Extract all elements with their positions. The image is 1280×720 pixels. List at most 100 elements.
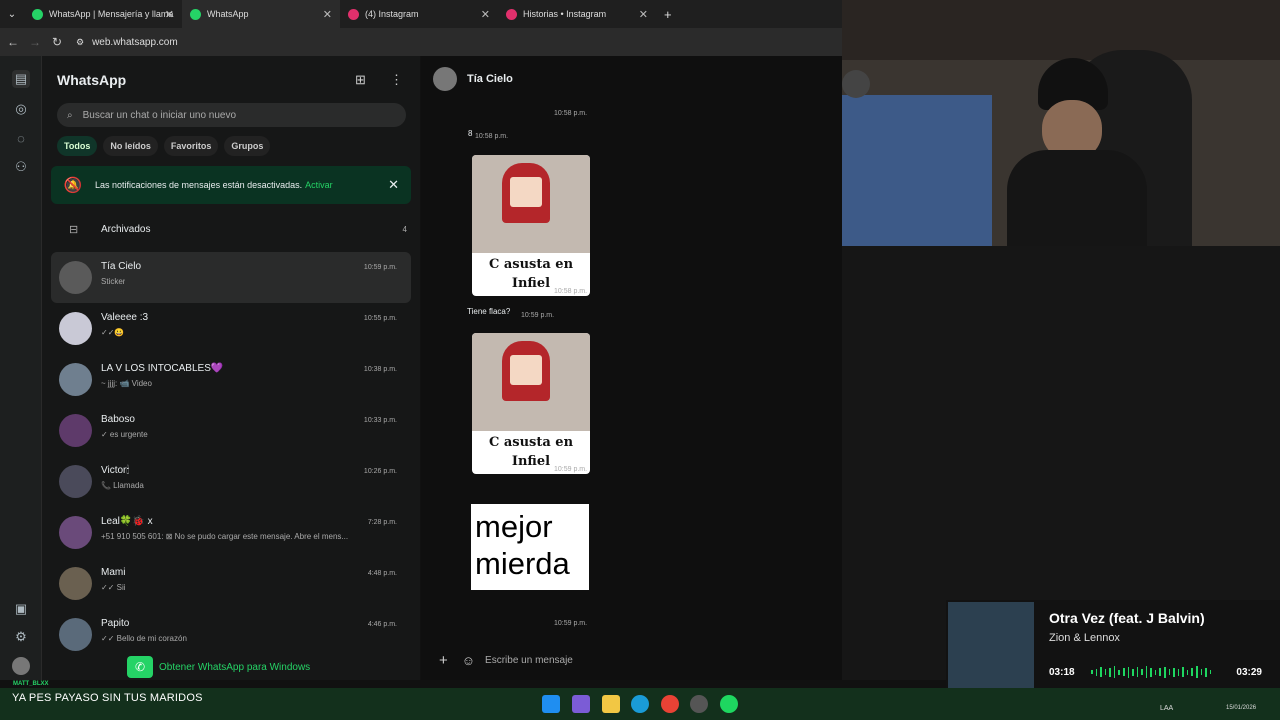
chat-name: Baboso	[101, 414, 135, 425]
visualizer-bar	[1122, 668, 1125, 676]
browser-tab-2[interactable]: WhatsApp ✕	[182, 0, 340, 28]
chat-row[interactable]: Leal🍀🐞 x +51 910 505 601: ⊠ No se pudo c…	[51, 507, 411, 558]
input-language[interactable]: LAA	[1160, 705, 1173, 712]
chat-list: Tía Cielo Sticker 10:59 p.m. Valeeee :3 …	[51, 252, 411, 660]
contact-avatar	[433, 67, 457, 91]
visualizer-bar	[1091, 670, 1093, 674]
message-text: Tiene flaca?	[467, 307, 511, 316]
obs-icon[interactable]	[690, 695, 708, 713]
new-tab-icon[interactable]: +	[664, 7, 672, 22]
chat-time: 10:55 p.m.	[363, 315, 397, 322]
chat-row[interactable]: Victor🕯 📞 Llamada 10:26 p.m.	[51, 456, 411, 507]
chat-row[interactable]: LA V LOS INTOCABLES💜 ~ jjjj: 📹 Video 10:…	[51, 354, 411, 405]
sticker-message[interactable]: C asusta en Infiel	[472, 155, 590, 296]
notification-text: Las notificaciones de mensajes están des…	[95, 180, 303, 190]
chat-time: 4:46 p.m.	[367, 621, 397, 628]
browser-tab-3[interactable]: (4) Instagram ✕	[340, 0, 498, 28]
instagram-icon	[348, 8, 359, 20]
edge-icon[interactable]	[631, 695, 649, 713]
media-icon[interactable]: ▣	[12, 600, 30, 618]
archived-row[interactable]: ⊟ Archivados 4	[57, 218, 407, 240]
notifications-banner: 🔕 Las notificaciones de mensajes están d…	[51, 166, 411, 204]
chat-row[interactable]: Tía Cielo Sticker 10:59 p.m.	[51, 252, 411, 303]
chat-list-panel: WhatsApp ⊞ ⋮ ⌕ Buscar un chat o iniciar …	[42, 56, 420, 680]
avatar	[59, 414, 92, 447]
visualizer-bar	[1209, 670, 1212, 674]
tab-label: (4) Instagram	[365, 9, 419, 19]
message-time: 10:58 p.m.	[475, 133, 509, 140]
chat-preview: Sticker	[101, 277, 126, 286]
filter-unread[interactable]: No leídos	[103, 136, 158, 156]
filter-favorites[interactable]: Favoritos	[163, 136, 219, 156]
chat-time: 10:33 p.m.	[363, 417, 397, 424]
copilot-icon[interactable]	[572, 695, 590, 713]
search-icon: ⌕	[67, 109, 73, 121]
close-icon[interactable]: ✕	[481, 8, 490, 21]
song-artist: Zion & Lennox	[1049, 632, 1120, 644]
sticker-message[interactable]: mejor mierda	[471, 504, 589, 590]
chat-preview: ✓✓😀	[101, 328, 125, 337]
windows-start-icon[interactable]	[542, 695, 560, 713]
visualizer-bar	[1104, 669, 1107, 675]
chat-row[interactable]: Baboso ✓ es urgente 10:33 p.m.	[51, 405, 411, 456]
chat-row[interactable]: Papito ✓✓ Bello de mi corazón 4:46 p.m.	[51, 609, 411, 660]
chat-preview: 📞 Llamada	[101, 481, 144, 490]
chat-time: 10:38 p.m.	[363, 366, 397, 373]
visualizer-bar	[1132, 668, 1134, 676]
chat-name: Mami	[101, 567, 126, 578]
chat-time: 7:28 p.m.	[367, 519, 397, 526]
sticker-icon[interactable]: ☺	[462, 653, 475, 668]
chats-icon[interactable]: ▤	[12, 70, 30, 88]
close-icon[interactable]: ✕	[323, 8, 332, 21]
get-app-banner[interactable]: ✆ Obtener WhatsApp para Windows	[127, 656, 310, 678]
visualizer-bar	[1164, 666, 1166, 678]
chat-time: 4:48 p.m.	[367, 570, 397, 577]
archived-label: Archivados	[101, 223, 151, 235]
search-input[interactable]: ⌕ Buscar un chat o iniciar uno nuevo	[57, 103, 406, 127]
attach-icon[interactable]: +	[439, 652, 448, 669]
whatsapp-icon	[32, 8, 43, 20]
activate-link[interactable]: Activar	[305, 180, 333, 190]
filter-all[interactable]: Todos	[57, 136, 98, 156]
streamer-username: MATT_BLXX	[13, 681, 49, 687]
site-info-icon[interactable]: ⚙	[76, 37, 84, 48]
chat-preview: ~ jjjj: 📹 Video	[101, 379, 152, 388]
chat-row[interactable]: Valeeee :3 ✓✓😀 10:55 p.m.	[51, 303, 411, 354]
system-date[interactable]: 15/01/2026	[1226, 705, 1256, 711]
sticker-message[interactable]: C asusta en Infiel	[472, 333, 590, 474]
app-title: WhatsApp	[57, 72, 127, 88]
browser-tab-1[interactable]: WhatsApp | Mensajería y llama ✕	[24, 0, 182, 28]
spotify-icon[interactable]	[720, 695, 738, 713]
chat-name: Papito	[101, 618, 130, 629]
message-time: 10:59 p.m.	[554, 466, 588, 473]
reload-icon[interactable]: ↻	[48, 35, 66, 49]
sticker-text-line: mierda	[475, 546, 570, 581]
conversation-header[interactable]: Tía Cielo	[421, 56, 842, 102]
chrome-icon[interactable]	[661, 695, 679, 713]
channels-icon[interactable]: ◌	[12, 129, 30, 147]
composer: + ☺ Escribe un mensaje	[421, 640, 842, 680]
back-icon[interactable]: ←	[4, 35, 22, 49]
forward-icon[interactable]: →	[26, 35, 44, 49]
tab-label: WhatsApp | Mensajería y llama	[49, 9, 174, 19]
archived-count: 4	[402, 224, 407, 234]
message-input[interactable]: Escribe un mensaje	[485, 655, 573, 666]
filter-groups[interactable]: Grupos	[224, 136, 271, 156]
close-icon[interactable]: ✕	[388, 177, 399, 193]
tab-menu-icon[interactable]: ⌄	[0, 9, 24, 20]
communities-icon[interactable]: ⚇	[12, 158, 30, 176]
status-icon[interactable]: ◎	[12, 100, 30, 118]
browser-tab-4[interactable]: Historias • Instagram ✕	[498, 0, 656, 28]
settings-icon[interactable]: ⚙	[12, 628, 30, 646]
file-explorer-icon[interactable]	[602, 695, 620, 713]
close-icon[interactable]: ✕	[165, 8, 174, 21]
close-icon[interactable]: ✕	[639, 8, 648, 21]
chat-preview: ✓ es urgente	[101, 430, 148, 439]
tab-label: WhatsApp	[207, 9, 249, 19]
profile-avatar[interactable]	[12, 657, 30, 675]
url-field[interactable]: ⚙ web.whatsapp.com	[76, 37, 178, 48]
new-chat-icon[interactable]: ⊞	[355, 72, 366, 88]
menu-icon[interactable]: ⋮	[390, 72, 403, 88]
now-playing-widget: Otra Vez (feat. J Balvin) Zion & Lennox …	[946, 600, 1280, 690]
chat-row[interactable]: Mami ✓✓ Sii 4:48 p.m.	[51, 558, 411, 609]
